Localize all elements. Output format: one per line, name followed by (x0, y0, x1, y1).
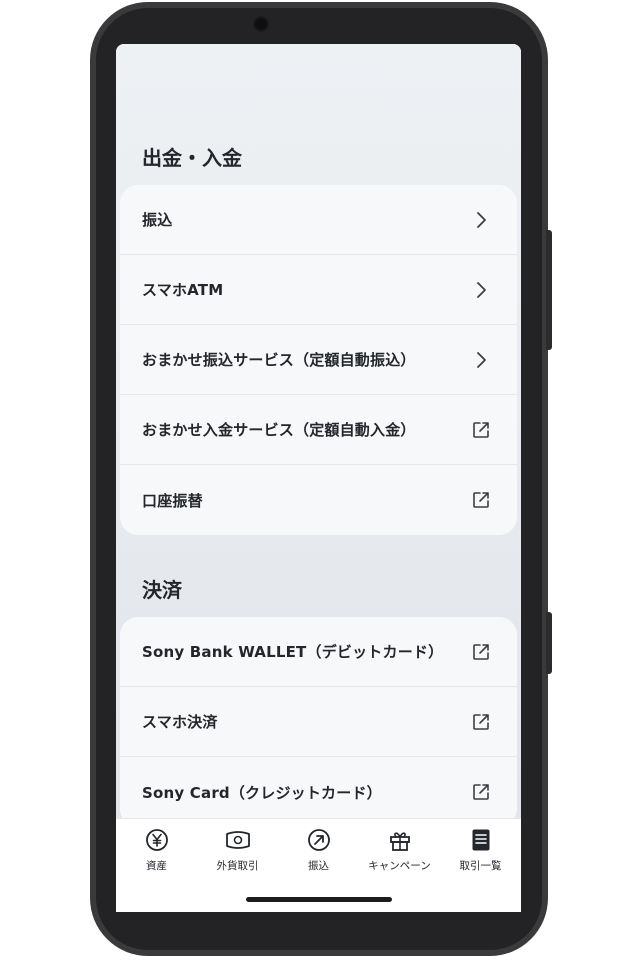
tab-campaign[interactable]: キャンペーン (359, 827, 440, 877)
volume-button (546, 230, 552, 350)
home-indicator[interactable] (246, 897, 392, 902)
menu-item-smartphone-payment[interactable]: スマホ決済 (120, 687, 517, 757)
tab-transaction-history[interactable]: 取引一覧 (440, 827, 521, 877)
menu-item-label: Sony Card（クレジットカード） (142, 783, 382, 802)
external-link-icon (471, 782, 491, 802)
menu-item-label: 振込 (142, 211, 173, 229)
tab-label: キャンペーン (368, 860, 431, 872)
power-button (546, 612, 552, 674)
menu-item-label: 口座振替 (142, 491, 203, 510)
menu-content[interactable]: 出金・入金 振込 スマホATM おまかせ振込サービス（定額自動振込） おまかせ入… (116, 44, 521, 818)
menu-item-debit-card[interactable]: Sony Bank WALLET（デビットカード） (120, 617, 517, 687)
menu-item-label: Sony Bank WALLET（デビットカード） (142, 643, 444, 661)
menu-item-account-transfer[interactable]: 口座振替 (120, 465, 517, 535)
menu-item-auto-deposit[interactable]: おまかせ入金サービス（定額自動入金） (120, 395, 517, 465)
gift-icon (387, 827, 413, 853)
external-link-icon (471, 712, 491, 732)
deposit-card: 振込 スマホATM おまかせ振込サービス（定額自動振込） おまかせ入金サービス（… (120, 185, 517, 535)
menu-item-smartphone-atm[interactable]: スマホATM (120, 255, 517, 325)
yen-coin-icon (144, 827, 170, 853)
chevron-right-icon (471, 280, 491, 300)
tab-foreign-currency[interactable]: 外貨取引 (197, 827, 278, 877)
menu-item-label: スマホ決済 (142, 713, 218, 731)
front-camera (253, 16, 269, 32)
list-document-icon (468, 827, 494, 853)
menu-item-credit-card[interactable]: Sony Card（クレジットカード） (120, 757, 517, 818)
tab-label: 振込 (308, 860, 329, 872)
chevron-right-icon (471, 350, 491, 370)
chevron-right-icon (471, 210, 491, 230)
menu-item-label: おまかせ入金サービス（定額自動入金） (142, 421, 416, 439)
tab-transfer[interactable]: 振込 (278, 827, 359, 877)
tab-label: 外貨取引 (216, 860, 259, 872)
bottom-tab-bar: 資産 外貨取引 振込 キャンペーン 取引一覧 (116, 818, 521, 912)
section-title-deposit: 出金・入金 (142, 146, 242, 170)
app-screen: 出金・入金 振込 スマホATM おまかせ振込サービス（定額自動振込） おまかせ入… (116, 44, 521, 912)
tab-assets[interactable]: 資産 (116, 827, 197, 877)
payment-card: Sony Bank WALLET（デビットカード） スマホ決済 Sony Car… (120, 617, 517, 818)
menu-item-label: スマホATM (142, 281, 224, 299)
transfer-arrow-icon (306, 827, 332, 853)
external-link-icon (471, 642, 491, 662)
menu-item-auto-transfer[interactable]: おまかせ振込サービス（定額自動振込） (120, 325, 517, 395)
external-link-icon (471, 490, 491, 510)
external-link-icon (471, 420, 491, 440)
tab-label: 取引一覧 (459, 860, 502, 872)
section-title-payment: 決済 (142, 578, 182, 602)
menu-item-furikomi[interactable]: 振込 (120, 185, 517, 255)
tab-label: 資産 (146, 860, 167, 872)
menu-item-label: おまかせ振込サービス（定額自動振込） (142, 351, 416, 369)
banknote-icon (225, 827, 251, 853)
